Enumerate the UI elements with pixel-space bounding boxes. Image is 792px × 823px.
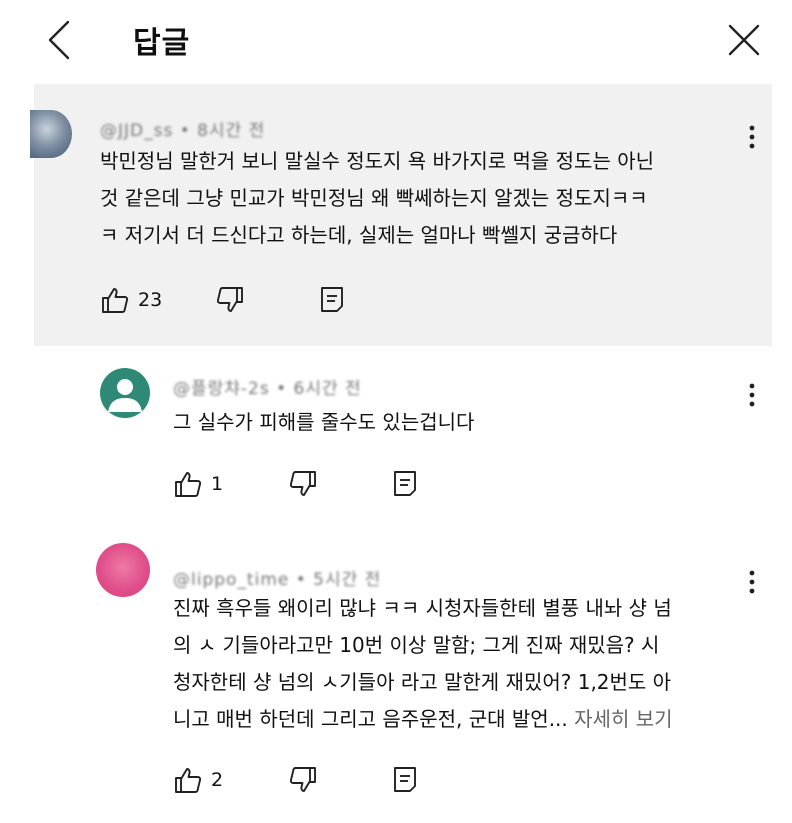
more-vert-icon [749,125,755,149]
more-options-button[interactable] [742,378,762,412]
comment-meta: @플랑챠-2s • 6시간 전 [173,379,362,399]
reply-icon [321,287,343,312]
thumbs-down-icon [289,471,316,496]
avatar[interactable] [96,543,150,597]
dislike-button[interactable] [288,762,318,798]
page-title: 답글 [133,26,191,61]
reply-button[interactable] [391,466,419,502]
reply-icon [394,471,416,496]
reply-icon [394,767,416,792]
thumbs-up-icon [175,472,202,497]
thumbs-up-icon [102,288,129,313]
dislike-button[interactable] [288,466,318,502]
back-button[interactable] [40,18,80,62]
like-count: 1 [211,473,224,495]
comment-text: 그 실수가 피해를 줄수도 있는겁니다 [173,410,475,434]
header-bar: 답글 [0,0,792,84]
comment-text: 박민정님 말한거 보니 말실수 정도지 욕 바가지로 먹을 정도는 아닌 것 같… [100,149,655,247]
thumbs-down-icon [216,287,243,312]
comment-actions: 23 [100,282,400,318]
avatar[interactable] [100,368,150,418]
thumbs-down-icon [289,767,316,792]
dislike-button[interactable] [215,282,245,318]
more-vert-icon [749,570,755,594]
chevron-left-icon [48,20,70,60]
close-button[interactable] [724,20,764,60]
more-options-button[interactable] [742,565,762,599]
comment-meta: @JJD_ss • 8시간 전 [100,121,266,141]
comment-meta: @lippo_time • 5시간 전 [173,570,382,590]
thumbs-up-icon [175,768,202,793]
comment-actions: 1 [173,466,473,502]
avatar[interactable] [30,110,72,158]
comment-text: 진짜 흑우들 왜이리 많냐 ㅋㅋ 시청자들한테 별풍 내놔 샹 넘 의 ㅅ 기들… [173,590,763,738]
comment-actions: 2 [173,762,473,798]
like-button[interactable]: 1 [173,466,223,502]
read-more-link[interactable]: 자세히 보기 [574,707,672,731]
more-options-button[interactable] [742,120,762,154]
more-vert-icon [749,383,755,407]
close-icon [728,24,760,56]
like-count: 23 [138,289,163,311]
like-button[interactable]: 2 [173,762,223,798]
reply-button[interactable] [391,762,419,798]
default-avatar-icon [108,379,142,412]
reply-button[interactable] [318,282,346,318]
like-button[interactable]: 23 [100,282,162,318]
like-count: 2 [211,769,224,791]
